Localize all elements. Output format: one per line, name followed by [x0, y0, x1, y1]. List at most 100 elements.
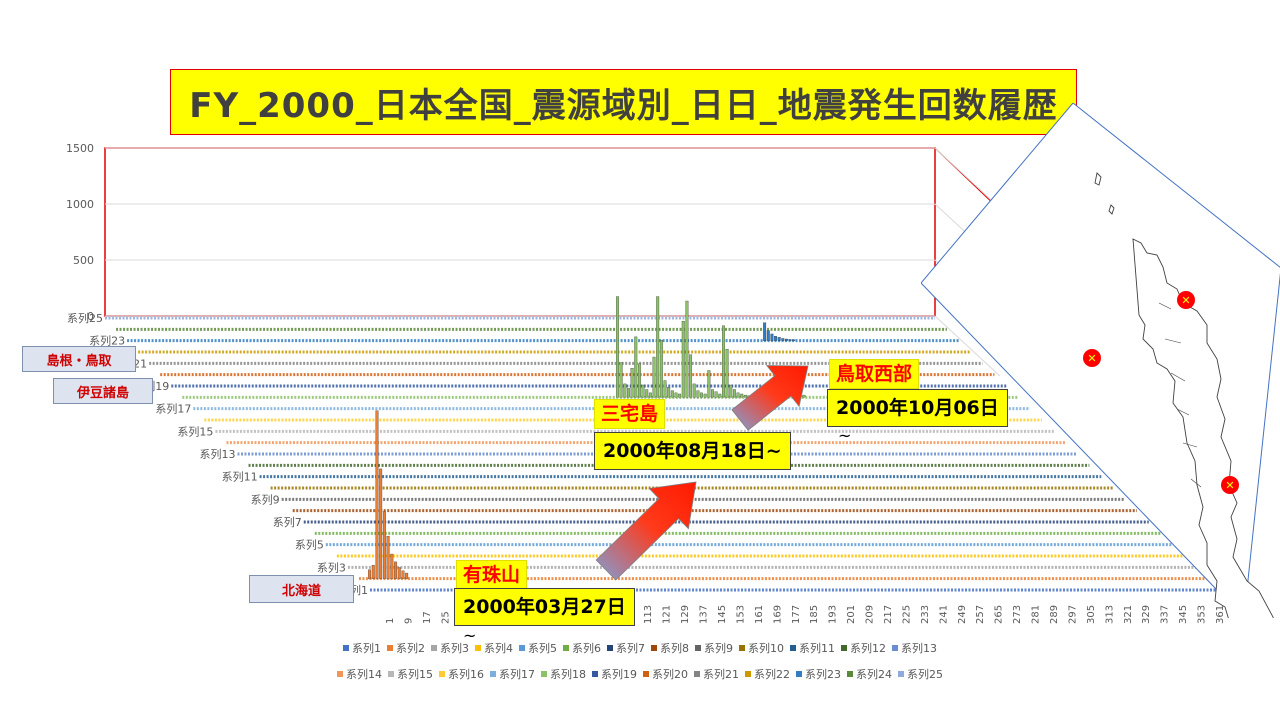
data-bar	[375, 410, 379, 579]
legend-item: 系列23	[796, 666, 841, 682]
legend-item: 系列22	[745, 666, 790, 682]
legend-item: 系列6	[563, 640, 601, 656]
legend-item: 系列7	[607, 640, 645, 656]
x-tick-label: 169	[772, 605, 783, 624]
legend-item: 系列25	[898, 666, 943, 682]
legend-swatch	[745, 671, 751, 677]
legend-swatch	[796, 671, 802, 677]
legend-item: 系列5	[519, 640, 557, 656]
x-tick-label: 113	[643, 605, 654, 624]
data-bar	[781, 338, 785, 341]
x-tick-label: 225	[901, 605, 912, 624]
data-bar	[405, 572, 409, 579]
data-bar	[718, 393, 722, 398]
depth-axis-label: 系列25	[67, 311, 103, 325]
x-tick-label: 129	[680, 605, 691, 624]
depth-axis-label: 系列13	[200, 447, 236, 461]
legend-label: 系列15	[397, 668, 433, 681]
data-bar	[368, 569, 371, 579]
legend-label: 系列13	[901, 642, 937, 655]
data-bar	[659, 340, 663, 398]
data-bar	[379, 468, 383, 579]
legend-swatch	[694, 671, 700, 677]
region-tag-hokkaido: 北海道	[249, 575, 354, 603]
legend-item: 系列16	[439, 666, 484, 682]
legend-item: 系列10	[739, 640, 784, 656]
legend-label: 系列2	[396, 642, 425, 655]
legend-swatch	[592, 671, 598, 677]
legend-label: 系列20	[652, 668, 688, 681]
data-bar	[685, 300, 689, 398]
legend-swatch	[343, 645, 349, 651]
annotation-miyake-name: 三宅島	[594, 399, 666, 429]
data-bar	[623, 383, 627, 398]
data-bar	[700, 392, 703, 398]
data-bar	[397, 567, 401, 579]
data-bar	[696, 390, 700, 398]
data-bar	[681, 321, 685, 398]
data-bar	[722, 325, 725, 398]
x-tick-label: 193	[828, 605, 839, 624]
legend-label: 系列1	[352, 642, 381, 655]
legend-item: 系列21	[694, 666, 739, 682]
data-bar	[641, 384, 645, 398]
legend-swatch	[607, 645, 613, 651]
data-bar	[784, 338, 788, 341]
x-tick-label: 1	[385, 618, 396, 624]
depth-axis-label: 系列17	[155, 402, 191, 416]
legend-swatch	[841, 645, 847, 651]
data-bar	[645, 389, 649, 398]
legend-label: 系列3	[440, 642, 469, 655]
x-tick-label: 145	[717, 605, 728, 624]
legend-swatch	[643, 671, 649, 677]
data-bar	[390, 553, 394, 579]
data-bar	[689, 354, 693, 398]
x-tick-label: 209	[865, 605, 876, 624]
data-bar	[634, 336, 638, 398]
legend-item: 系列15	[388, 666, 433, 682]
legend-label: 系列18	[550, 668, 586, 681]
legend-item: 系列19	[592, 666, 637, 682]
data-bar	[678, 393, 682, 398]
legend-swatch	[695, 645, 701, 651]
data-bar	[792, 339, 796, 341]
legend-swatch	[388, 671, 394, 677]
region-tag-shimane-tottori: 島根・鳥取	[22, 346, 136, 372]
x-tick-label: 161	[754, 605, 765, 624]
legend-label: 系列8	[660, 642, 689, 655]
data-bar	[763, 322, 767, 341]
legend-label: 系列12	[850, 642, 886, 655]
legend-item: 系列2	[387, 640, 425, 656]
data-bar	[648, 392, 652, 398]
legend-swatch	[490, 671, 496, 677]
legend-row-1: 系列1 系列2 系列3 系列4 系列5 系列6 系列7 系列8 系列9 系列10 系列11 系列12 系…	[0, 640, 1280, 656]
data-bar	[729, 384, 733, 398]
data-bar	[703, 393, 707, 398]
chart-legend: 系列1 系列2 系列3 系列4 系列5 系列6 系列7 系列8 系列9 系列10 系列11 系列12 系…	[0, 640, 1280, 692]
data-bar	[692, 383, 696, 398]
x-tick-label: 217	[883, 605, 894, 624]
svg-text:✕: ✕	[1225, 479, 1234, 492]
data-bar	[674, 392, 678, 398]
legend-swatch	[790, 645, 796, 651]
legend-item: 系列3	[431, 640, 469, 656]
depth-axis-label: 系列11	[222, 470, 258, 484]
legend-item: 系列24	[847, 666, 892, 682]
data-bar	[663, 380, 667, 398]
legend-swatch	[898, 671, 904, 677]
legend-label: 系列24	[856, 668, 892, 681]
legend-swatch	[439, 671, 445, 677]
data-bar	[616, 296, 619, 398]
annotation-usu-name: 有珠山	[456, 560, 528, 590]
data-bar	[770, 333, 774, 341]
data-bar	[711, 389, 714, 398]
data-bar	[777, 337, 781, 341]
data-bar	[656, 296, 660, 398]
legend-item: 系列9	[695, 640, 733, 656]
data-bar	[802, 394, 806, 398]
legend-label: 系列21	[703, 668, 739, 681]
legend-item: 系列17	[490, 666, 535, 682]
legend-swatch	[337, 671, 343, 677]
x-tick-label: 201	[846, 605, 857, 624]
x-tick-label: 25	[440, 611, 451, 624]
